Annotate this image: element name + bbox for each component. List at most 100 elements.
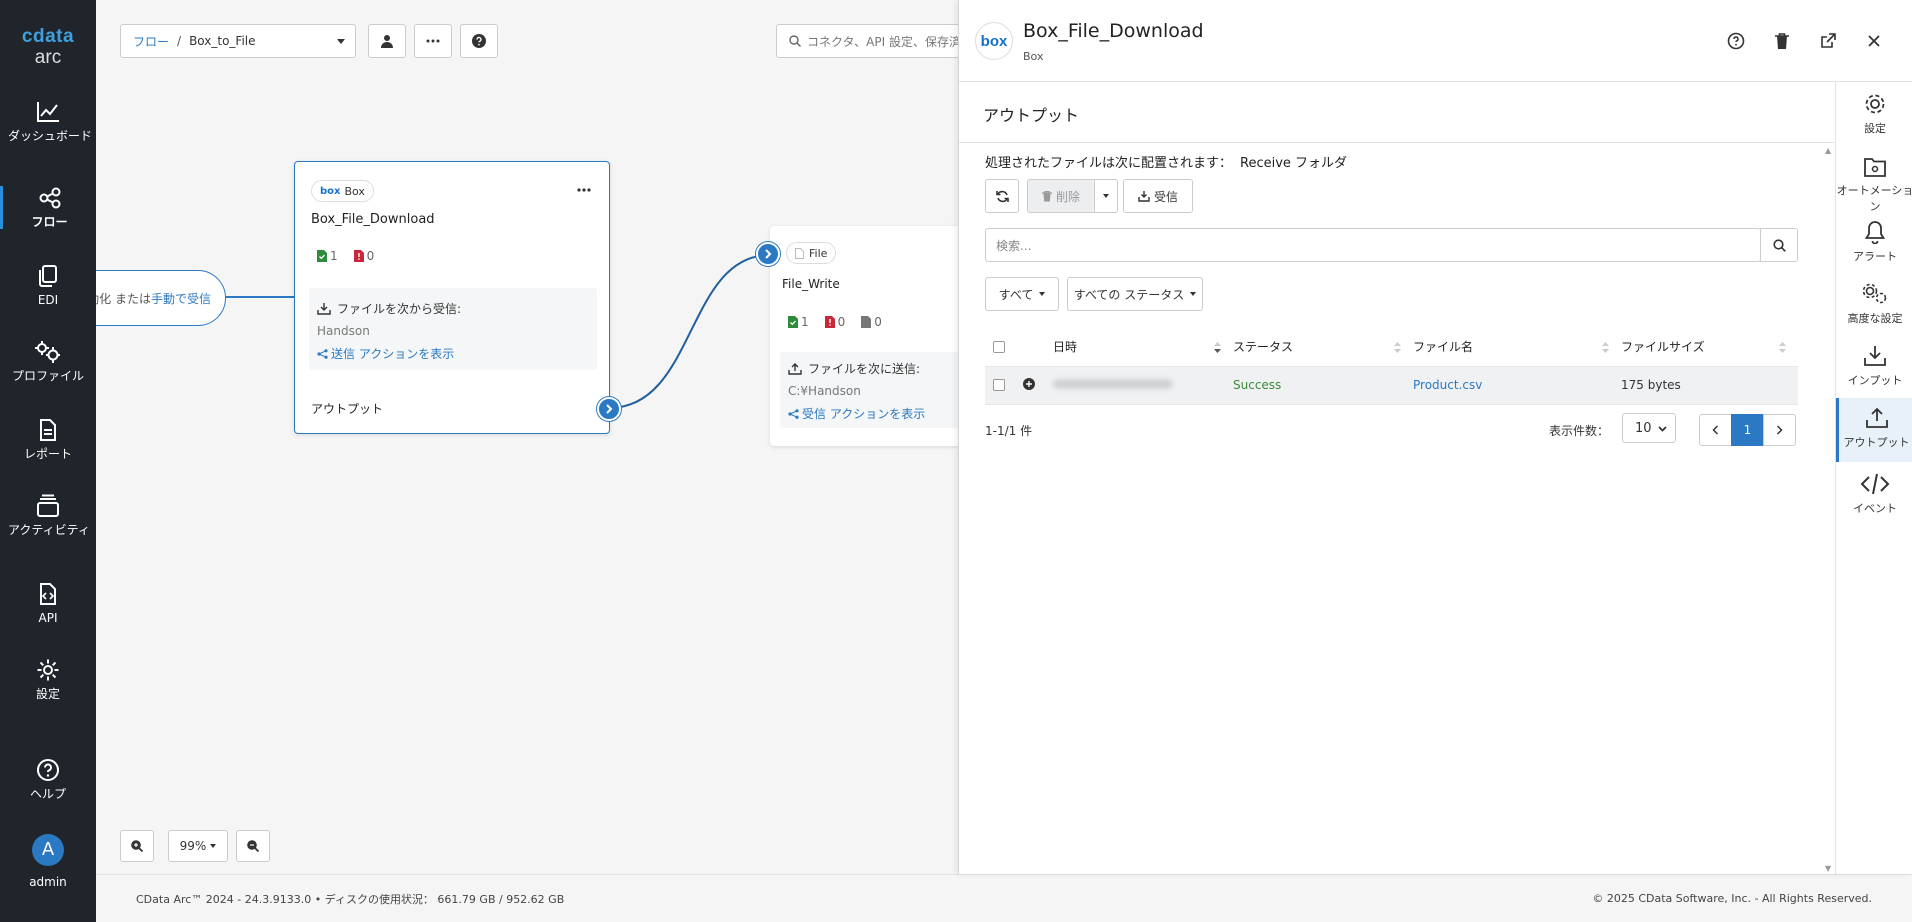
sidebar-item-label: レポート <box>23 447 72 461</box>
prev-page-button[interactable] <box>1699 414 1732 446</box>
per-page-select[interactable]: 10 <box>1622 413 1676 443</box>
help-circle-icon <box>1727 32 1745 50</box>
error-count[interactable]: 0 <box>824 315 845 329</box>
file-check-icon <box>317 250 327 262</box>
zoom-out-button[interactable] <box>236 830 270 862</box>
file-icon <box>795 247 804 259</box>
delete-connector-button[interactable] <box>1771 30 1793 52</box>
tab-settings[interactable]: 設定 <box>1836 88 1912 136</box>
sidebar-item-profile[interactable]: プロファイル <box>0 340 96 383</box>
col-datetime[interactable]: 日時 <box>1053 328 1233 366</box>
bell-icon <box>1864 221 1886 244</box>
scroll-down-arrow[interactable]: ▼ <box>1825 864 1831 873</box>
row-checkbox[interactable] <box>993 379 1005 391</box>
sidebar-item-label: ダッシュボード <box>8 129 93 143</box>
sidebar-item-activity[interactable]: アクティビティ <box>0 494 96 537</box>
chip-label: File <box>809 246 828 260</box>
status-filter-dropdown[interactable]: すべての ステータス <box>1067 277 1203 311</box>
box-logo-icon: box <box>320 185 341 197</box>
delete-options-dropdown[interactable] <box>1094 179 1118 213</box>
sidebar-item-api[interactable]: API <box>0 582 96 625</box>
tab-advanced-settings[interactable]: 高度な設定 <box>1836 278 1912 326</box>
col-status[interactable]: ステータス <box>1233 328 1413 366</box>
zoom-in-icon <box>131 840 143 852</box>
sidebar-item-edi[interactable]: EDI <box>0 264 96 307</box>
success-count[interactable]: 1 <box>788 315 809 329</box>
sidebar-item-flow[interactable]: フロー <box>0 186 96 229</box>
view-send-action-link[interactable]: 送信 アクションを表示 <box>317 345 589 362</box>
gears-icon <box>35 341 60 363</box>
sidebar-item-dashboard[interactable]: ダッシュボード <box>0 100 96 143</box>
zoom-out-icon <box>247 840 259 852</box>
page-button-current[interactable]: 1 <box>1731 414 1764 446</box>
gear-icon <box>37 659 59 681</box>
panel-header: box Box_File_Download Box <box>959 0 1912 82</box>
chevron-right-icon <box>606 404 613 414</box>
upload-icon <box>1865 407 1888 428</box>
sidebar-item-report[interactable]: レポート <box>0 418 96 461</box>
open-external-button[interactable] <box>1817 30 1839 52</box>
select-all-checkbox[interactable] <box>993 340 1005 353</box>
zoom-level: 99% <box>179 839 207 853</box>
trash-icon <box>1041 190 1052 201</box>
box-file-download-node[interactable]: box Box Box_File_Download 1 0 ファイルを次から受信… <box>294 161 621 434</box>
sidebar-item-settings[interactable]: 設定 <box>0 658 96 701</box>
logo-brand: cdata <box>21 26 75 47</box>
chevron-right-icon <box>1776 425 1783 435</box>
input-port[interactable] <box>756 242 780 266</box>
view-receive-action-link[interactable]: 受信 アクションを表示 <box>788 405 958 422</box>
sidebar-user[interactable]: A admin <box>0 834 96 889</box>
sidebar-item-label: API <box>38 611 58 625</box>
sidebar-item-label: フロー <box>31 215 68 229</box>
row-filesize: 175 bytes <box>1621 365 1798 405</box>
panel-title: Box_File_Download <box>1023 20 1204 42</box>
receive-button[interactable]: 受信 <box>1123 179 1193 213</box>
sort-icon <box>1602 342 1609 353</box>
row-filename-link[interactable]: Product.csv <box>1413 365 1621 405</box>
panel-tab-rail: 設定 オートメーション アラート 高度な設定 インプット アウトプット イベント <box>1835 82 1912 874</box>
close-panel-button[interactable] <box>1863 30 1885 52</box>
sort-icon <box>1394 342 1401 353</box>
file-search-input[interactable]: 検索... <box>985 228 1761 262</box>
trigger-node[interactable]: 動化 または 手動で受信 <box>96 270 226 326</box>
node-menu-icon[interactable] <box>577 188 591 192</box>
output-port[interactable] <box>597 397 621 421</box>
panel-subtitle: Box <box>1023 50 1044 63</box>
download-icon <box>1864 346 1886 366</box>
search-button[interactable] <box>1760 228 1798 262</box>
refresh-button[interactable] <box>985 179 1019 213</box>
tab-events[interactable]: イベント <box>1836 470 1912 516</box>
next-page-button[interactable] <box>1763 414 1796 446</box>
success-count[interactable]: 1 <box>317 249 338 263</box>
tab-output[interactable]: アウトプット <box>1836 398 1912 462</box>
chip-label: Box <box>344 184 365 198</box>
output-location: 処理されたファイルは次に配置されます： Receive フォルダ <box>985 152 1347 171</box>
col-filename[interactable]: ファイル名 <box>1413 328 1621 366</box>
manual-receive-link[interactable]: 手動で受信 <box>151 290 211 307</box>
chevron-down-icon <box>1190 292 1197 296</box>
delete-button[interactable]: 削除 <box>1027 179 1095 213</box>
sidebar-item-help[interactable]: ヘルプ <box>0 758 96 801</box>
tab-alerts[interactable]: アラート <box>1836 216 1912 264</box>
col-filesize[interactable]: ファイルサイズ <box>1621 328 1798 366</box>
pending-count[interactable]: 0 <box>861 315 882 329</box>
close-icon <box>1868 35 1880 47</box>
help-button[interactable] <box>1725 30 1747 52</box>
tab-automation[interactable]: オートメーション <box>1836 152 1912 214</box>
file-write-node[interactable]: File File_Write 1 0 0 ファイルを次に送信: C:¥Hand… <box>770 226 958 446</box>
table-row[interactable]: Success Product.csv 175 bytes <box>985 365 1798 405</box>
flow-canvas[interactable]: フロー / Box_to_File コネクタ、API 設定、保存済み 動化 また… <box>96 0 958 874</box>
error-count[interactable]: 0 <box>353 249 374 263</box>
file-check-icon <box>788 316 798 328</box>
download-tray-icon <box>317 302 331 315</box>
zoom-in-button[interactable] <box>120 830 154 862</box>
date-filter-dropdown[interactable]: すべて <box>985 277 1059 311</box>
connector-detail-panel: box Box_File_Download Box アウトプット 処理されたファ… <box>958 0 1912 874</box>
tab-input[interactable]: インプット <box>1836 340 1912 388</box>
share-icon <box>317 348 328 359</box>
zoom-level-select[interactable]: 99% <box>168 830 228 862</box>
expand-row-icon[interactable] <box>1023 377 1035 390</box>
scroll-up-arrow[interactable]: ▲ <box>1825 146 1831 155</box>
cdata-arc-logo[interactable]: cdata arc <box>0 26 96 68</box>
node-counts: 1 0 0 <box>788 315 898 329</box>
